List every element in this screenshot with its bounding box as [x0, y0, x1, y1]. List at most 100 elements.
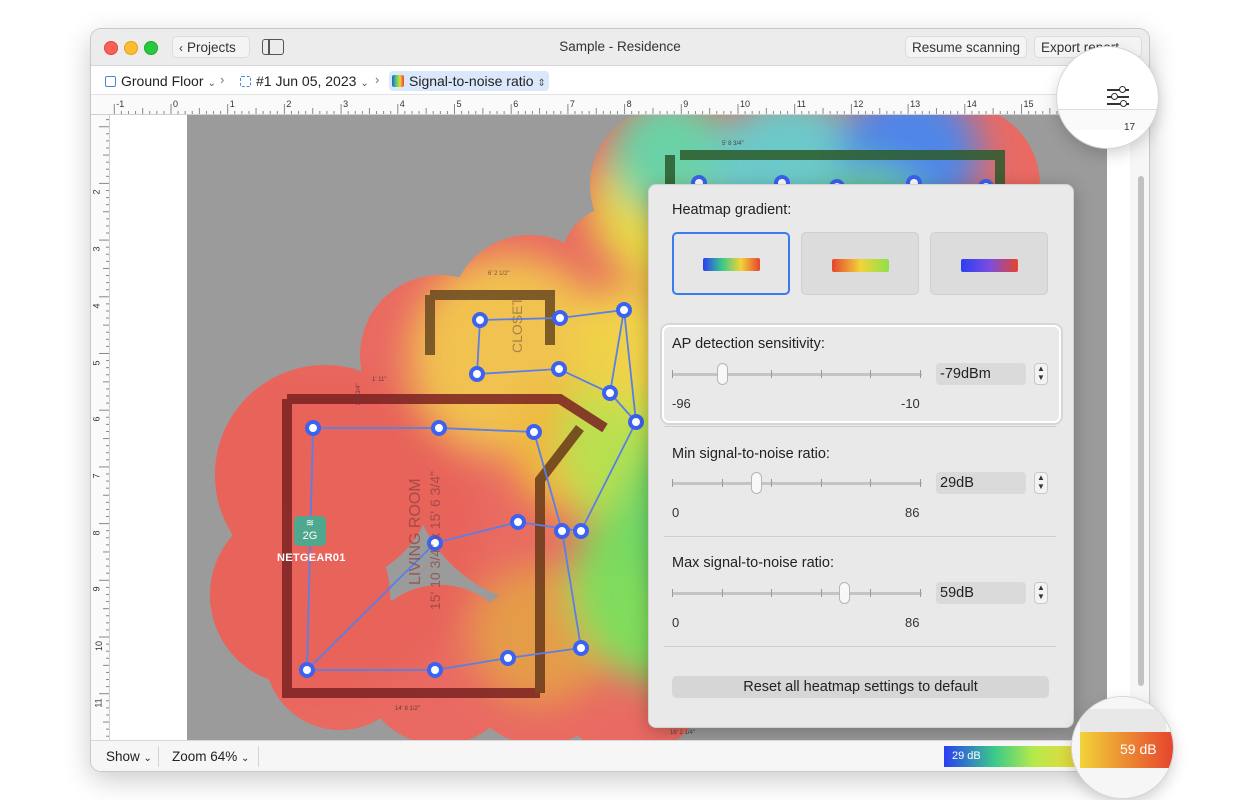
- measurement-point[interactable]: [552, 310, 568, 326]
- ruler-label: 2: [91, 189, 102, 195]
- max-snr-min: 0: [672, 615, 680, 630]
- measurement-point[interactable]: [573, 523, 589, 539]
- vertical-scrollbar[interactable]: [1138, 176, 1144, 686]
- gradient-label: Heatmap gradient:: [672, 202, 792, 218]
- measurement-point[interactable]: [510, 514, 526, 530]
- dimension-label: 6' 2 1/2": [488, 271, 510, 277]
- min-snr-stepper[interactable]: ▲ ▼: [1034, 472, 1048, 494]
- ap-sensitivity-slider-track[interactable]: [672, 373, 922, 376]
- visualization-label: Signal-to-noise ratio: [409, 73, 534, 89]
- ruler-label: 5: [456, 99, 462, 109]
- dimension-label: 1' 11": [372, 377, 387, 383]
- gradient-swatch: [832, 259, 889, 272]
- gradient-option-warm[interactable]: [801, 232, 919, 295]
- ruler-label: 14: [966, 99, 977, 109]
- measurement-point[interactable]: [427, 662, 443, 678]
- app-window: ‹ Projects Sample - Residence Resume scan…: [91, 29, 1149, 771]
- slider-tick: [672, 370, 673, 378]
- title-bar: ‹ Projects Sample - Residence Resume scan…: [91, 29, 1149, 66]
- ruler-label: 0: [173, 99, 179, 109]
- chevron-down-icon: ⌄: [143, 753, 152, 764]
- sliders-icon[interactable]: [1107, 86, 1129, 107]
- wifi-icon: ≋: [305, 518, 315, 529]
- ap-sensitivity-value[interactable]: -79dBm: [936, 363, 1026, 385]
- slider-tick: [721, 589, 723, 597]
- measurement-point[interactable]: [469, 366, 485, 382]
- show-menu[interactable]: Show ⌄: [106, 749, 152, 764]
- measurement-point[interactable]: [573, 640, 589, 656]
- magnified-legend: 59 dB: [1080, 732, 1173, 768]
- min-snr-value[interactable]: 29dB: [936, 472, 1026, 494]
- heatmap-icon: [392, 75, 404, 87]
- max-snr-max: 86: [905, 615, 920, 630]
- ruler-label: 8: [91, 530, 102, 536]
- ruler-label: 13: [910, 99, 921, 109]
- slider-tick: [820, 479, 822, 487]
- dimension-label: 5' 8 3/4": [722, 141, 744, 147]
- slider-tick: [920, 370, 921, 378]
- chevron-down-icon: ⌄: [360, 78, 369, 89]
- slider-tick: [672, 479, 673, 487]
- measurement-point[interactable]: [305, 420, 321, 436]
- ruler-label: 10: [94, 640, 105, 652]
- min-snr-max: 86: [905, 505, 920, 520]
- max-snr-stepper[interactable]: ▲ ▼: [1034, 582, 1048, 604]
- measurement-point[interactable]: [554, 523, 570, 539]
- measurement-point[interactable]: [472, 312, 488, 328]
- min-snr-min: 0: [672, 505, 680, 520]
- measurement-point[interactable]: [526, 424, 542, 440]
- access-point-badge[interactable]: ≋ 2G: [294, 516, 326, 546]
- gradient-option-rainbow[interactable]: [672, 232, 790, 295]
- measurement-point[interactable]: [602, 385, 618, 401]
- slider-tick: [870, 589, 872, 597]
- resume-scanning-button[interactable]: Resume scanning: [905, 36, 1028, 58]
- gradient-option-cool[interactable]: [930, 232, 1048, 295]
- divider: [664, 536, 1056, 537]
- room-label-living: LIVING ROOM: [407, 478, 424, 585]
- horizontal-ruler: -1 0 1 2 3 4 5 6 7 8 9 10 11 12 13 14 15: [91, 95, 1149, 115]
- max-snr-label: Max signal-to-noise ratio:: [672, 555, 834, 571]
- magnifier-legend: 59 dB: [1072, 697, 1173, 798]
- ap-sensitivity-max: -10: [901, 396, 920, 411]
- ap-sensitivity-stepper[interactable]: ▲ ▼: [1034, 363, 1048, 385]
- slider-tick: [672, 589, 673, 597]
- gradient-swatch: [703, 258, 760, 271]
- slider-thumb[interactable]: [716, 363, 728, 385]
- slider-tick: [870, 479, 872, 487]
- magnified-ruler: [1057, 109, 1158, 130]
- measurement-point[interactable]: [616, 302, 632, 318]
- measurement-point[interactable]: [431, 420, 447, 436]
- measurement-point[interactable]: [551, 361, 567, 377]
- ruler-label: -1: [116, 99, 125, 109]
- reset-heatmap-settings-button[interactable]: Reset all heatmap settings to default: [672, 676, 1049, 698]
- legend-min-label: 29 dB: [952, 750, 981, 762]
- zoom-label: Zoom 64%: [172, 749, 238, 764]
- slider-thumb[interactable]: [751, 472, 763, 494]
- breadcrumb-floor[interactable]: Ground Floor ⌄: [105, 71, 216, 91]
- max-snr-slider-track[interactable]: [672, 592, 922, 595]
- breadcrumb-visualization[interactable]: Signal-to-noise ratio ⇕: [389, 71, 549, 91]
- min-snr-slider-track[interactable]: [672, 482, 922, 485]
- slider-tick: [920, 479, 921, 487]
- zoom-menu[interactable]: Zoom 64% ⌄: [172, 749, 249, 764]
- chevron-updown-icon: ⇕: [537, 78, 546, 89]
- min-snr-label: Min signal-to-noise ratio:: [672, 446, 830, 462]
- measurement-point[interactable]: [628, 414, 644, 430]
- breadcrumb-survey[interactable]: #1 Jun 05, 2023 ⌄: [240, 71, 369, 91]
- measurement-point[interactable]: [299, 662, 315, 678]
- max-snr-value[interactable]: 59dB: [936, 582, 1026, 604]
- ruler-label: 6: [91, 416, 102, 422]
- ap-sensitivity-min: -96: [672, 396, 691, 411]
- slider-thumb[interactable]: [838, 582, 850, 604]
- dimension-label: 2' 8 3/4": [356, 383, 362, 405]
- ruler-label: 11: [796, 99, 807, 109]
- ruler-label: 4: [399, 99, 405, 109]
- breadcrumb: Ground Floor ⌄ › #1 Jun 05, 2023 ⌄ › Signa…: [91, 66, 1149, 95]
- magnified-ruler-label: 17: [1124, 122, 1136, 133]
- slider-tick: [820, 589, 822, 597]
- divider: [158, 746, 159, 767]
- room-dimensions: 15' 10 3/4" x 15' 6 3/4": [427, 471, 443, 610]
- slider-tick: [721, 479, 723, 487]
- measurement-point[interactable]: [500, 650, 516, 666]
- slider-tick: [771, 370, 773, 378]
